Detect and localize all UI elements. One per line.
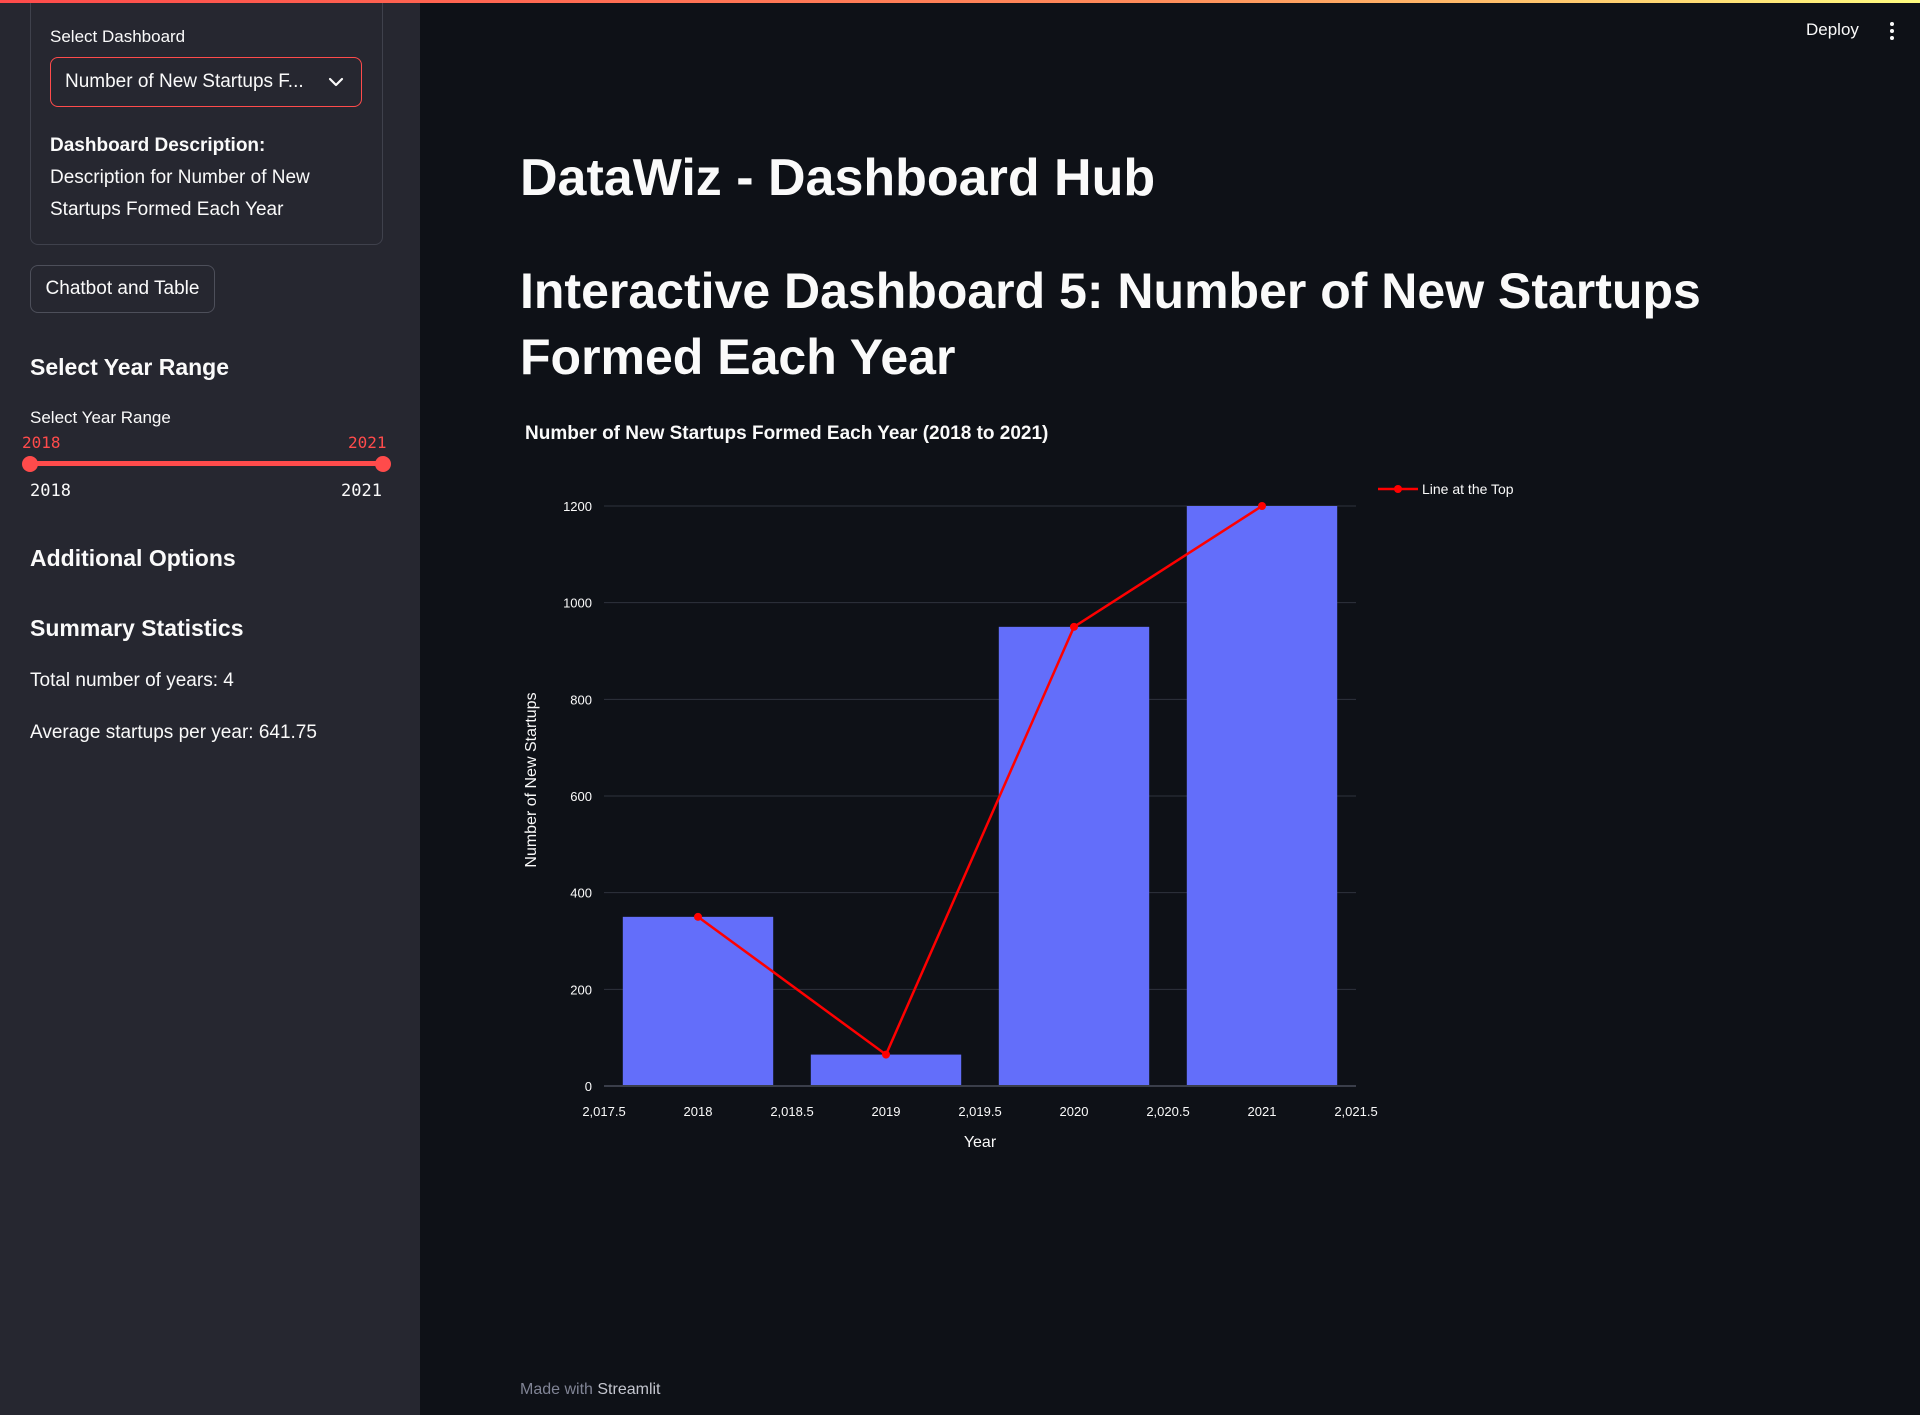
x-tick-label: 2,018.5	[770, 1104, 813, 1119]
chatbot-and-table-button[interactable]: Chatbot and Table	[30, 265, 215, 313]
slider-min-label: 2018	[30, 481, 71, 501]
deploy-button[interactable]: Deploy	[1806, 20, 1859, 40]
footer: Made with Streamlit	[520, 1381, 661, 1399]
slider-low-value: 2018	[22, 433, 61, 452]
x-tick-label: 2,020.5	[1146, 1104, 1189, 1119]
bar-2021[interactable]	[1186, 506, 1338, 1086]
y-tick-label: 800	[570, 692, 592, 707]
line-series-path	[697, 504, 1263, 1057]
x-tick-label: 2,019.5	[958, 1104, 1001, 1119]
y-tick-label: 0	[585, 1079, 592, 1094]
line-point-2019[interactable]	[882, 1050, 890, 1059]
legend-marker-swatch	[1394, 485, 1402, 493]
dashboard-description-text: Description for Number of New Startups F…	[50, 167, 310, 220]
page-title: DataWiz - Dashboard Hub	[520, 149, 1156, 207]
summary-statistics-heading: Summary Statistics	[30, 615, 244, 641]
y-tick-label: 200	[570, 982, 592, 997]
x-tick-label: 2018	[684, 1104, 713, 1119]
dashboard-select-value: Number of New Startups F...	[65, 71, 304, 92]
dashboard-title: Interactive Dashboard 5: Number of New S…	[520, 263, 1701, 385]
average-startups-stat: Average startups per year: 641.75	[30, 722, 317, 743]
line-point-2018[interactable]	[694, 912, 702, 921]
x-tick-label: 2021	[1248, 1104, 1277, 1119]
y-axis-label: Number of New Startups	[523, 692, 540, 867]
x-tick-label: 2,021.5	[1334, 1104, 1377, 1119]
x-tick-label: 2,017.5	[582, 1104, 625, 1119]
top-accent-bar	[0, 0, 1920, 3]
dashboard-description: Dashboard Description: Description for N…	[50, 130, 360, 226]
sidebar: Select Dashboard Number of New Startups …	[0, 0, 420, 1415]
year-range-slider-track[interactable]	[30, 461, 383, 466]
y-tick-label: 1200	[563, 499, 592, 514]
y-tick-label: 1000	[563, 596, 592, 611]
chevron-down-icon	[325, 71, 347, 93]
y-tick-label: 600	[570, 789, 592, 804]
x-tick-label: 2020	[1060, 1104, 1089, 1119]
x-axis-label: Year	[964, 1134, 997, 1151]
year-range-label: Select Year Range	[30, 408, 171, 427]
legend-label: Line at the Top	[1422, 481, 1514, 497]
chart-svg: 0 200 400 600 800 1000 1200 2,017.5 2018 2,018.5 2…	[523, 423, 1514, 1151]
footer-made-with: Made with	[520, 1381, 593, 1398]
select-dashboard-label: Select Dashboard	[50, 27, 186, 46]
chart-legend[interactable]: Line at the Top	[1378, 481, 1514, 497]
slider-high-value: 2021	[348, 433, 387, 452]
year-range-heading: Select Year Range	[30, 354, 230, 380]
slider-high-thumb[interactable]	[375, 456, 391, 472]
y-tick-label: 400	[570, 886, 592, 901]
additional-options-heading: Additional Options	[30, 545, 236, 571]
total-years-stat: Total number of years: 4	[30, 670, 234, 691]
dashboard-description-label: Dashboard Description:	[50, 135, 266, 156]
slider-low-thumb[interactable]	[22, 456, 38, 472]
bar-2019[interactable]	[810, 1054, 962, 1086]
line-point-2020[interactable]	[1070, 622, 1078, 631]
startups-chart: 0 200 400 600 800 1000 1200 2,017.5 2018 2,018.5 2…	[520, 415, 1620, 1175]
x-tick-label: 2019	[872, 1104, 901, 1119]
dashboard-select[interactable]: Number of New Startups F...	[50, 57, 362, 107]
bar-2020[interactable]	[998, 626, 1150, 1086]
chart-title: Number of New Startups Formed Each Year …	[525, 423, 1048, 444]
slider-max-label: 2021	[341, 481, 382, 501]
kebab-menu-icon[interactable]	[1884, 20, 1900, 42]
line-point-2021[interactable]	[1258, 502, 1266, 510]
footer-brand[interactable]: Streamlit	[597, 1381, 660, 1398]
bar-2018[interactable]	[622, 916, 774, 1086]
